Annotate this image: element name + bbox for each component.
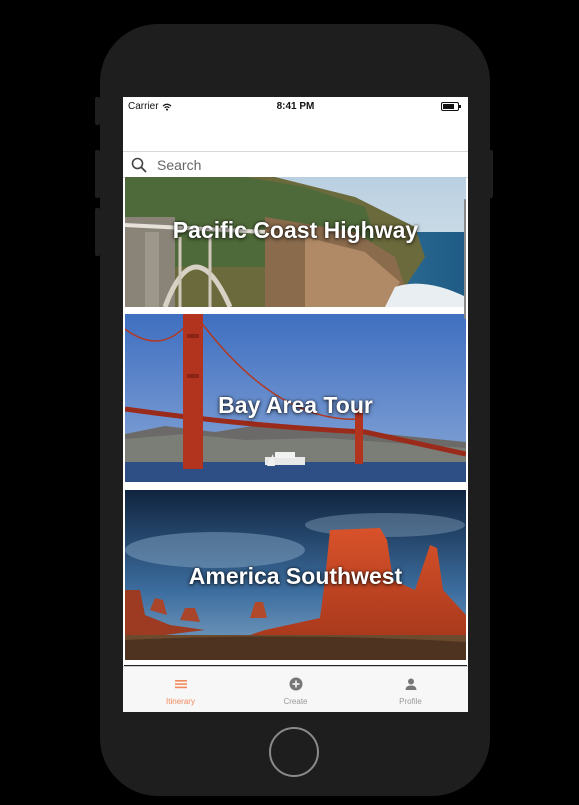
status-bar: Carrier 8:41 PM: [123, 97, 468, 117]
search-input[interactable]: [155, 155, 439, 174]
tab-itinerary[interactable]: Itinerary: [123, 667, 238, 712]
plus-circle-icon: [289, 677, 302, 691]
status-time: 8:41 PM: [276, 101, 315, 112]
trip-title: Bay Area Tour: [218, 392, 373, 418]
scroll-indicator[interactable]: [464, 199, 466, 319]
tab-profile[interactable]: Profile: [353, 667, 468, 712]
trip-title: America Southwest: [188, 563, 403, 589]
tab-bar: Itinerary Create Profile: [123, 666, 468, 712]
list-icon: [174, 680, 187, 689]
tab-label: Profile: [399, 697, 422, 706]
tab-label: Itinerary: [166, 697, 195, 706]
battery-icon: [441, 102, 461, 111]
person-icon: [405, 678, 416, 690]
home-button[interactable]: [269, 727, 319, 777]
tab-label: Create: [283, 697, 308, 706]
trip-card-bay-area-tour[interactable]: Bay Area Tour: [125, 314, 466, 482]
trip-card-pacific-coast-highway[interactable]: Pacific Coast Highway: [125, 177, 466, 307]
search-icon: [131, 157, 147, 172]
trip-card-america-southwest[interactable]: America Southwest: [125, 490, 466, 660]
search-bar[interactable]: [123, 151, 468, 178]
app-screen: Carrier 8:41 PM Search Pacific Coast Hig…: [123, 97, 468, 712]
trip-title: Pacific Coast Highway: [172, 217, 419, 243]
tab-create[interactable]: Create: [238, 667, 353, 712]
